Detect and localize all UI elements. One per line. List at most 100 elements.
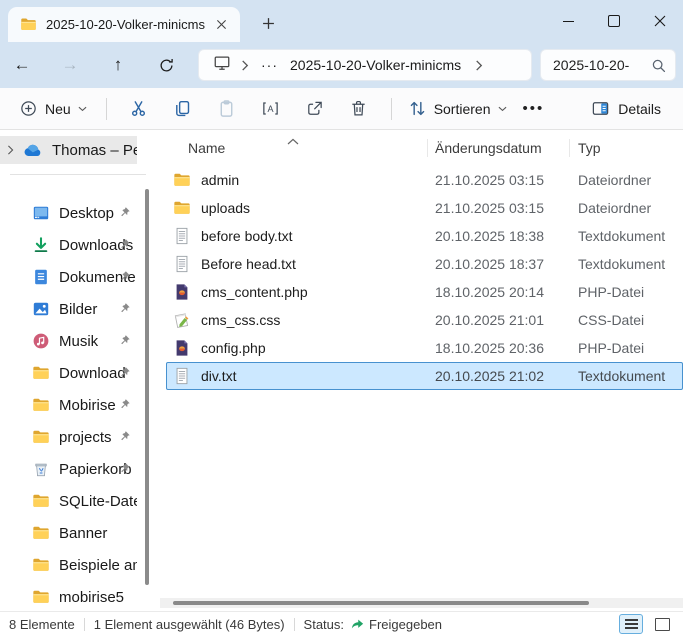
column-header-date[interactable]: Änderungsdatum	[427, 140, 569, 156]
sidebar-item-projects[interactable]: projects	[0, 421, 137, 453]
file-row[interactable]: Before head.txt 20.10.2025 18:37 Textdok…	[166, 250, 683, 278]
music-icon	[32, 332, 50, 350]
pin-icon	[118, 206, 131, 219]
sidebar-item-dokumente[interactable]: Dokumente	[0, 261, 137, 293]
close-button[interactable]	[637, 0, 683, 42]
file-row[interactable]: cms_css.css 20.10.2025 21:01 CSS-Datei	[166, 306, 683, 334]
sidebar-item-downloads[interactable]: Downloads	[0, 229, 137, 261]
file-row[interactable]: admin 21.10.2025 03:15 Dateiordner	[166, 166, 683, 194]
file-date: 20.10.2025 18:37	[428, 256, 570, 272]
folder-icon	[32, 556, 50, 574]
file-row-selected[interactable]: div.txt 20.10.2025 21:02 Textdokument	[166, 362, 683, 390]
scrollbar-thumb[interactable]	[173, 601, 589, 605]
status-divider	[294, 618, 295, 631]
forward-icon[interactable]: →	[53, 48, 87, 82]
shared-status-icon	[350, 617, 365, 632]
column-divider[interactable]	[427, 139, 428, 157]
delete-icon[interactable]	[337, 92, 381, 126]
file-row[interactable]: uploads 21.10.2025 03:15 Dateiordner	[166, 194, 683, 222]
minimize-button[interactable]	[545, 0, 591, 42]
thumbnail-view-icon[interactable]	[650, 614, 674, 634]
toolbar-divider	[106, 98, 107, 120]
chevron-down-icon	[78, 106, 87, 112]
text-file-icon	[173, 255, 191, 273]
file-list-pane: Name Änderungsdatum Typ admin 21.10.2025…	[160, 131, 683, 612]
search-box[interactable]	[540, 49, 676, 81]
new-button-label: Neu	[45, 101, 71, 117]
onedrive-cloud-icon	[22, 143, 43, 157]
chevron-right-icon	[241, 60, 249, 71]
paste-icon[interactable]	[205, 92, 249, 126]
this-pc-icon[interactable]	[213, 54, 231, 77]
file-row[interactable]: before body.txt 20.10.2025 18:38 Textdok…	[166, 222, 683, 250]
sidebar-item-download[interactable]: Download	[0, 357, 137, 389]
new-tab-button[interactable]	[254, 10, 282, 36]
main-area: Thomas – Persö Desktop Downloa	[0, 131, 683, 612]
item-count: 8 Elemente	[9, 617, 75, 632]
file-type: PHP-Datei	[570, 340, 682, 356]
tab-title: 2025-10-20-Volker-minicms	[46, 17, 210, 32]
file-name: cms_content.php	[201, 284, 308, 300]
sidebar-item-onedrive[interactable]: Thomas – Persö	[0, 136, 137, 164]
sort-button[interactable]: Sortieren	[402, 92, 513, 126]
sidebar-item-sqlite-datenbank[interactable]: SQLite-Datenbank	[0, 485, 137, 517]
folder-icon	[32, 364, 50, 382]
breadcrumb-ellipsis[interactable]: ···	[259, 57, 280, 73]
up-icon[interactable]: ↑	[101, 48, 135, 82]
sidebar-item-desktop[interactable]: Desktop	[0, 197, 137, 229]
sidebar-scrollbar[interactable]	[145, 189, 149, 585]
pin-icon	[118, 270, 131, 283]
sidebar-item-mobirise5[interactable]: mobirise5	[0, 581, 137, 612]
file-type: PHP-Datei	[570, 284, 682, 300]
css-file-icon	[173, 311, 191, 329]
details-button-label: Details	[618, 101, 661, 117]
tab-close-icon[interactable]	[210, 14, 232, 36]
folder-icon	[173, 199, 191, 217]
refresh-icon[interactable]	[149, 48, 183, 82]
new-button[interactable]: Neu	[10, 92, 96, 126]
file-explorer-window: 2025-10-20-Volker-minicms ← → ↑	[0, 0, 683, 636]
chevron-right-icon[interactable]	[475, 60, 483, 71]
toolbar-divider	[391, 98, 392, 120]
php-file-icon	[173, 339, 191, 357]
file-name: cms_css.css	[201, 312, 280, 328]
sidebar-divider	[10, 174, 146, 175]
details-button[interactable]: Details	[585, 92, 667, 126]
documents-icon	[32, 268, 50, 286]
maximize-button[interactable]	[591, 0, 637, 42]
pin-icon	[118, 302, 131, 315]
column-divider[interactable]	[569, 139, 570, 157]
sidebar-item-papierkorb[interactable]: Papierkorb	[0, 453, 137, 485]
selection-info: 1 Element ausgewählt (46 Bytes)	[94, 617, 285, 632]
cut-icon[interactable]	[117, 92, 161, 126]
file-row[interactable]: config.php 18.10.2025 20:36 PHP-Datei	[166, 334, 683, 362]
pin-icon	[118, 430, 131, 443]
sidebar-item-bilder[interactable]: Bilder	[0, 293, 137, 325]
file-type: CSS-Datei	[570, 312, 682, 328]
column-header-type[interactable]: Typ	[569, 140, 683, 156]
folder-icon	[32, 524, 50, 542]
rename-icon[interactable]: A	[249, 92, 293, 126]
file-name: before body.txt	[201, 228, 293, 244]
file-row[interactable]: cms_content.php 18.10.2025 20:14 PHP-Dat…	[166, 278, 683, 306]
breadcrumb[interactable]: ··· 2025-10-20-Volker-minicms	[198, 49, 532, 81]
breadcrumb-folder[interactable]: 2025-10-20-Volker-minicms	[290, 57, 461, 73]
expand-chevron-icon[interactable]	[0, 145, 20, 155]
back-icon[interactable]: ←	[5, 48, 39, 82]
sidebar-item-musik[interactable]: Musik	[0, 325, 137, 357]
sidebar-item-banner[interactable]: Banner	[0, 517, 137, 549]
details-view-icon[interactable]	[619, 614, 643, 634]
search-input[interactable]	[553, 57, 645, 73]
sidebar-item-beispiele-am-for[interactable]: Beispiele am For	[0, 549, 137, 581]
explorer-tab[interactable]: 2025-10-20-Volker-minicms	[8, 7, 240, 42]
sidebar-item-mobirise[interactable]: Mobirise	[0, 389, 137, 421]
share-icon[interactable]	[293, 92, 337, 126]
pin-icon	[118, 334, 131, 347]
copy-icon[interactable]	[161, 92, 205, 126]
search-icon[interactable]	[650, 57, 667, 74]
status-value: Freigegeben	[369, 617, 442, 632]
folder-icon	[173, 171, 191, 189]
pin-icon	[118, 366, 131, 379]
horizontal-scrollbar[interactable]	[160, 598, 683, 608]
more-options-icon[interactable]: •••	[513, 92, 555, 126]
